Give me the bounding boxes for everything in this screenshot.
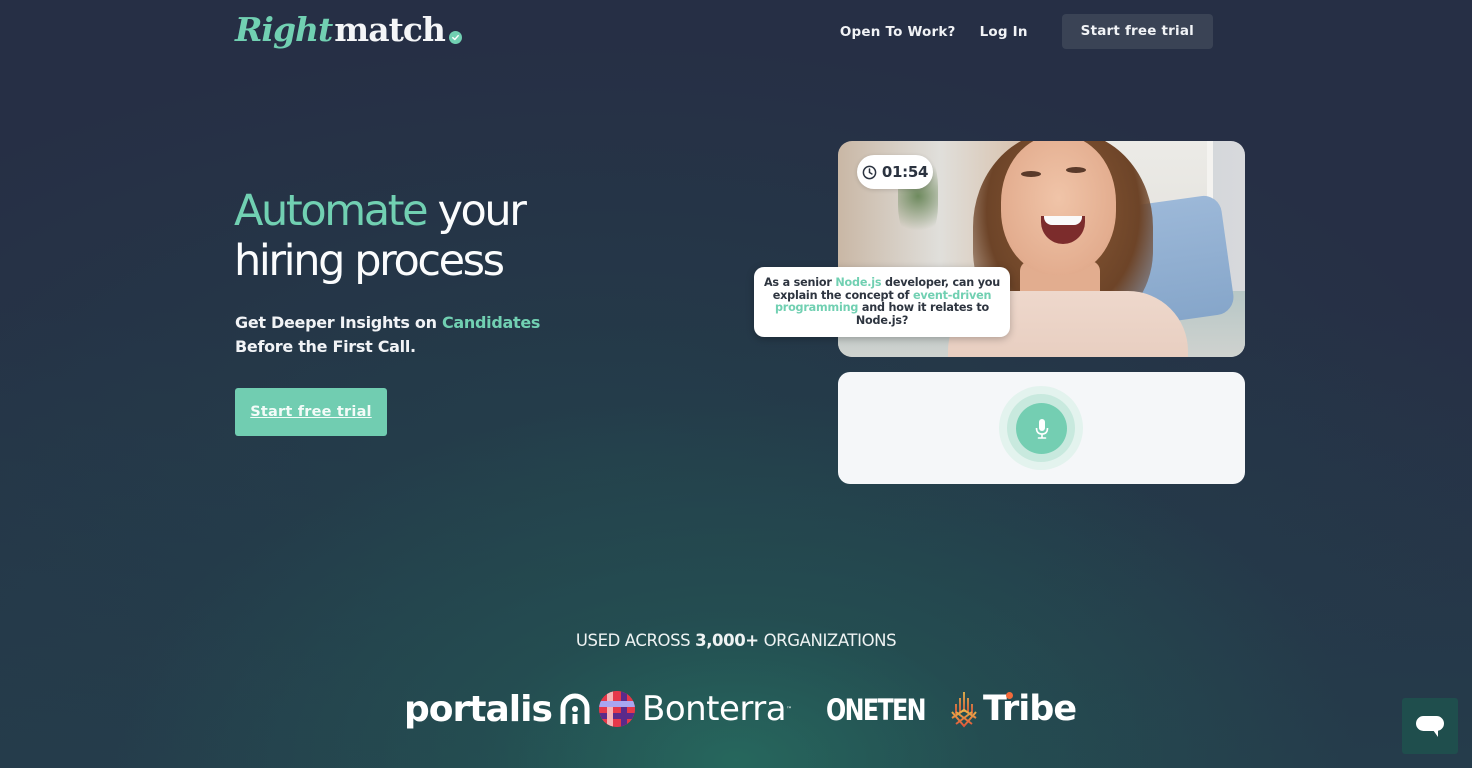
interview-question-bubble: As a senior Node.js developer, can you e… xyxy=(754,267,1010,337)
top-nav: Open To Work? Log In Start free trial xyxy=(840,14,1237,49)
nav-log-in-link[interactable]: Log In xyxy=(980,24,1028,40)
hero-subheadline: Get Deeper Insights on Candidates Before… xyxy=(235,311,565,359)
landing-page: Right match Open To Work? Log In Start f… xyxy=(0,0,1472,768)
used-suffix: ORGANIZATIONS xyxy=(758,631,897,650)
interview-timer: 01:54 xyxy=(857,155,933,189)
record-mic-button[interactable] xyxy=(1016,403,1067,454)
headline-line1-rest: your xyxy=(426,186,527,236)
logo-portalis: portalis xyxy=(404,688,590,730)
q-text-1: As a senior xyxy=(763,276,836,289)
logo-bonterra: Bonterra ™ xyxy=(599,688,792,730)
q-text-3: and how it relates to Node.js? xyxy=(855,301,990,327)
chat-widget-button[interactable] xyxy=(1402,698,1458,754)
sub-text-1: Get Deeper Insights on xyxy=(235,313,442,332)
headline-accent: Automate xyxy=(234,186,429,236)
logo-oneten: ONETEN xyxy=(826,693,927,727)
used-across-caption: USED ACROSS 3,000+ ORGANIZATIONS xyxy=(0,631,1472,650)
microphone-icon xyxy=(1035,418,1048,439)
sub-text-accent: Candidates xyxy=(441,313,541,332)
customer-logos: portalis Bonterra ™ ONETEN Tribe xyxy=(0,688,1472,730)
video-candidate-face xyxy=(1001,141,1116,275)
logo-text-right: Right xyxy=(235,10,333,49)
hero-headline: Automate your hiring process xyxy=(234,186,527,286)
timer-value: 01:54 xyxy=(881,163,929,181)
interview-question-text: As a senior Node.js developer, can you e… xyxy=(762,276,1002,327)
headline-line2: hiring process xyxy=(234,236,505,286)
check-badge-icon xyxy=(448,31,462,44)
rightmatch-logo[interactable]: Right match xyxy=(235,10,462,50)
video-candidate-eye xyxy=(1021,171,1041,177)
tribe-flame-icon xyxy=(951,692,977,728)
nav-open-to-work-link[interactable]: Open To Work? xyxy=(840,24,956,40)
q-accent-1: Node.js xyxy=(835,276,882,289)
portalis-arch-icon xyxy=(560,693,590,724)
hero-start-free-trial-button[interactable]: Start free trial xyxy=(235,388,387,436)
nav-start-free-trial-button[interactable]: Start free trial xyxy=(1061,14,1213,49)
chat-bubble-icon xyxy=(1416,716,1444,737)
used-prefix: USED ACROSS xyxy=(575,631,696,650)
tribe-dot xyxy=(1006,692,1013,699)
org-count: 3,000+ xyxy=(695,631,759,650)
logo-portalis-text: portalis xyxy=(404,688,553,730)
clock-icon xyxy=(862,165,877,179)
logo-tribe: Tribe xyxy=(950,688,1077,730)
logo-tribe-text: Tribe xyxy=(983,689,1077,729)
trademark-mark: ™ xyxy=(786,705,793,713)
logo-text-match: match xyxy=(334,10,446,49)
video-candidate-eye xyxy=(1066,167,1086,173)
sub-text-2: Before the First Call. xyxy=(235,337,416,356)
bonterra-mark-icon xyxy=(599,691,635,727)
logo-bonterra-text: Bonterra xyxy=(642,689,787,729)
